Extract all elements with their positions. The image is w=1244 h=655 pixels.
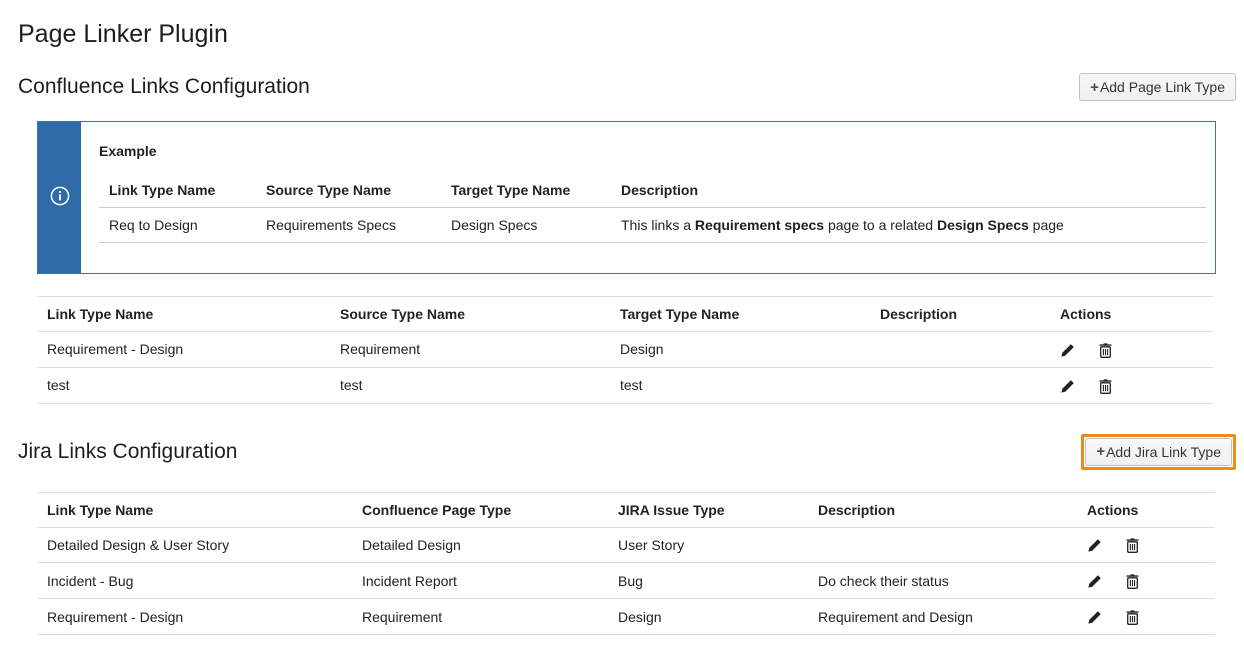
pencil-icon	[1087, 538, 1102, 553]
cell-description	[870, 332, 1050, 368]
example-table-header-row: Link Type Name Source Type Name Target T…	[99, 173, 1206, 208]
edit-button[interactable]	[1087, 574, 1102, 589]
table-row: Incident - Bug Incident Report Bug Do ch…	[37, 563, 1215, 599]
jira-col-description: Description	[808, 492, 1077, 527]
example-link-type: Req to Design	[99, 208, 256, 243]
cell-link-type: Requirement - Design	[37, 332, 330, 368]
trash-icon	[1126, 574, 1139, 589]
pencil-icon	[1060, 343, 1075, 358]
info-icon	[49, 185, 71, 210]
cell-description: Requirement and Design	[808, 599, 1077, 635]
trash-icon	[1099, 379, 1112, 394]
delete-button[interactable]	[1099, 379, 1112, 394]
table-row: Requirement - Design Requirement Design	[37, 332, 1213, 368]
edit-button[interactable]	[1060, 343, 1075, 358]
info-panel-blue-bar	[38, 122, 81, 273]
example-col-link-type-name: Link Type Name	[99, 173, 256, 208]
example-table: Link Type Name Source Type Name Target T…	[99, 173, 1206, 243]
cell-description	[808, 527, 1077, 563]
cell-actions	[1077, 599, 1215, 635]
highlight-annotation: +Add Jira Link Type	[1081, 434, 1236, 470]
trash-icon	[1126, 538, 1139, 553]
example-col-source-type-name: Source Type Name	[256, 173, 441, 208]
add-page-link-type-button[interactable]: +Add Page Link Type	[1079, 73, 1236, 101]
example-info-panel: Example Link Type Name Source Type Name …	[37, 121, 1216, 274]
cell-confluence-page-type: Incident Report	[352, 563, 608, 599]
pencil-icon	[1087, 610, 1102, 625]
pencil-icon	[1060, 379, 1075, 394]
edit-button[interactable]	[1060, 379, 1075, 394]
conf-col-actions: Actions	[1050, 297, 1213, 332]
pencil-icon	[1087, 574, 1102, 589]
jira-table-header-row: Link Type Name Confluence Page Type JIRA…	[37, 492, 1215, 527]
edit-button[interactable]	[1087, 610, 1102, 625]
jira-col-jira-issue-type: JIRA Issue Type	[608, 492, 808, 527]
example-row: Req to Design Requirements Specs Design …	[99, 208, 1206, 243]
cell-confluence-page-type: Detailed Design	[352, 527, 608, 563]
conf-col-target-type-name: Target Type Name	[610, 297, 870, 332]
trash-icon	[1126, 610, 1139, 625]
jira-section-header: Jira Links Configuration +Add Jira Link …	[18, 434, 1236, 470]
cell-description	[870, 367, 1050, 403]
delete-button[interactable]	[1126, 574, 1139, 589]
cell-actions	[1050, 332, 1213, 368]
confluence-table-header-row: Link Type Name Source Type Name Target T…	[37, 297, 1213, 332]
cell-source-type: Requirement	[330, 332, 610, 368]
delete-button[interactable]	[1126, 610, 1139, 625]
edit-button[interactable]	[1087, 538, 1102, 553]
jira-col-confluence-page-type: Confluence Page Type	[352, 492, 608, 527]
cell-link-type: Incident - Bug	[37, 563, 352, 599]
cell-confluence-page-type: Requirement	[352, 599, 608, 635]
confluence-section-header: Confluence Links Configuration +Add Page…	[18, 73, 1236, 101]
trash-icon	[1099, 343, 1112, 358]
conf-col-link-type-name: Link Type Name	[37, 297, 330, 332]
example-source-type: Requirements Specs	[256, 208, 441, 243]
cell-link-type: test	[37, 367, 330, 403]
jira-links-table: Link Type Name Confluence Page Type JIRA…	[37, 492, 1215, 635]
jira-col-actions: Actions	[1077, 492, 1215, 527]
info-panel-content: Example Link Type Name Source Type Name …	[81, 122, 1218, 273]
cell-jira-issue-type: Design	[608, 599, 808, 635]
example-col-description: Description	[611, 173, 1206, 208]
jira-col-link-type-name: Link Type Name	[37, 492, 352, 527]
delete-button[interactable]	[1126, 538, 1139, 553]
confluence-section-heading: Confluence Links Configuration	[18, 75, 310, 99]
cell-actions	[1077, 563, 1215, 599]
cell-jira-issue-type: Bug	[608, 563, 808, 599]
cell-jira-issue-type: User Story	[608, 527, 808, 563]
example-heading: Example	[99, 143, 1206, 159]
jira-section-heading: Jira Links Configuration	[18, 440, 237, 464]
cell-target-type: Design	[610, 332, 870, 368]
cell-actions	[1077, 527, 1215, 563]
add-jira-link-type-label: Add Jira Link Type	[1106, 444, 1221, 460]
table-row: test test test	[37, 367, 1213, 403]
add-jira-link-type-button[interactable]: +Add Jira Link Type	[1085, 438, 1232, 466]
cell-source-type: test	[330, 367, 610, 403]
cell-actions	[1050, 367, 1213, 403]
conf-col-description: Description	[870, 297, 1050, 332]
cell-target-type: test	[610, 367, 870, 403]
delete-button[interactable]	[1099, 343, 1112, 358]
cell-link-type: Detailed Design & User Story	[37, 527, 352, 563]
example-target-type: Design Specs	[441, 208, 611, 243]
plus-icon: +	[1096, 444, 1105, 459]
conf-col-source-type-name: Source Type Name	[330, 297, 610, 332]
example-col-target-type-name: Target Type Name	[441, 173, 611, 208]
page-title: Page Linker Plugin	[18, 20, 1236, 49]
confluence-links-table: Link Type Name Source Type Name Target T…	[37, 296, 1213, 404]
plus-icon: +	[1090, 80, 1099, 95]
table-row: Detailed Design & User Story Detailed De…	[37, 527, 1215, 563]
add-page-link-type-label: Add Page Link Type	[1100, 79, 1225, 95]
cell-description: Do check their status	[808, 563, 1077, 599]
jira-table-wrap: Link Type Name Confluence Page Type JIRA…	[18, 492, 1236, 635]
admin-page: Page Linker Plugin Confluence Links Conf…	[0, 0, 1244, 645]
cell-link-type: Requirement - Design	[37, 599, 352, 635]
table-row: Requirement - Design Requirement Design …	[37, 599, 1215, 635]
example-description: This links a Requirement specs page to a…	[611, 208, 1206, 243]
